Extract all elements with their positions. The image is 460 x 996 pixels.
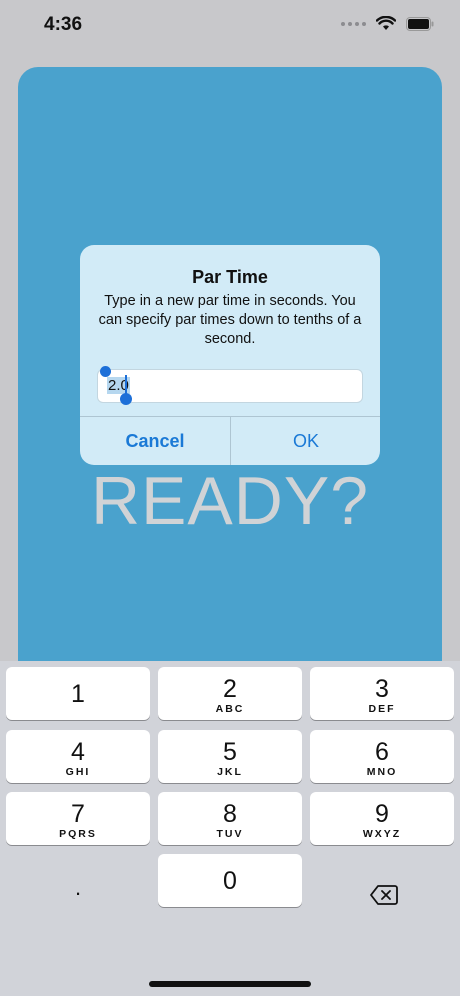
delete-key[interactable] <box>312 868 456 921</box>
par-time-input[interactable]: 2.0 <box>97 369 363 403</box>
key-5[interactable]: 5 JKL <box>158 730 302 783</box>
key-digit: 6 <box>375 738 389 766</box>
par-time-dialog: Par Time Type in a new par time in secon… <box>80 245 380 465</box>
key-digit: 3 <box>375 675 389 703</box>
signal-dots-icon <box>341 21 366 26</box>
key-letters: MNO <box>366 766 398 778</box>
home-indicator[interactable] <box>149 981 311 987</box>
battery-icon <box>406 16 434 31</box>
key-digit: 9 <box>375 800 389 828</box>
key-2[interactable]: 2 ABC <box>158 667 302 720</box>
key-letters: GHI <box>65 766 91 778</box>
key-letters: PQRS <box>59 828 97 840</box>
key-digit: 2 <box>223 675 237 703</box>
key-digit: 7 <box>71 800 85 828</box>
key-letters: WXYZ <box>362 828 402 840</box>
backspace-icon <box>370 884 398 905</box>
key-letters: DEF <box>368 703 396 715</box>
cancel-button[interactable]: Cancel <box>80 417 230 465</box>
key-1[interactable]: 1 <box>6 667 150 720</box>
key-letters: ABC <box>215 703 245 715</box>
key-digit: 5 <box>223 738 237 766</box>
decimal-key[interactable]: . <box>6 868 150 921</box>
key-8[interactable]: 8 TUV <box>158 792 302 845</box>
number-pad-keyboard: 1 2 ABC 3 DEF 4 GHI 5 JKL 6 MNO 7 PQRS 8… <box>0 661 460 996</box>
dialog-title: Par Time <box>192 267 268 287</box>
selection-handle-end[interactable] <box>120 393 132 405</box>
wifi-icon <box>376 16 396 30</box>
ok-button[interactable]: OK <box>231 417 380 465</box>
key-letters: TUV <box>216 828 244 840</box>
status-bar: 4:36 <box>0 0 460 52</box>
key-digit: 8 <box>223 800 237 828</box>
key-4[interactable]: 4 GHI <box>6 730 150 783</box>
key-9[interactable]: 9 WXYZ <box>310 792 454 845</box>
key-digit: 4 <box>71 738 85 766</box>
dialog-message: Type in a new par time in seconds. You c… <box>98 293 362 347</box>
key-6[interactable]: 6 MNO <box>310 730 454 783</box>
status-time: 4:36 <box>44 14 83 35</box>
key-letters: JKL <box>217 766 243 778</box>
key-0[interactable]: 0 <box>158 854 302 907</box>
ready-text: READY? <box>90 463 370 539</box>
key-3[interactable]: 3 DEF <box>310 667 454 720</box>
key-7[interactable]: 7 PQRS <box>6 792 150 845</box>
status-icons <box>341 16 434 31</box>
selection-handle-start[interactable] <box>100 366 111 377</box>
key-digit: 1 <box>71 680 85 708</box>
key-digit: 0 <box>223 867 237 895</box>
